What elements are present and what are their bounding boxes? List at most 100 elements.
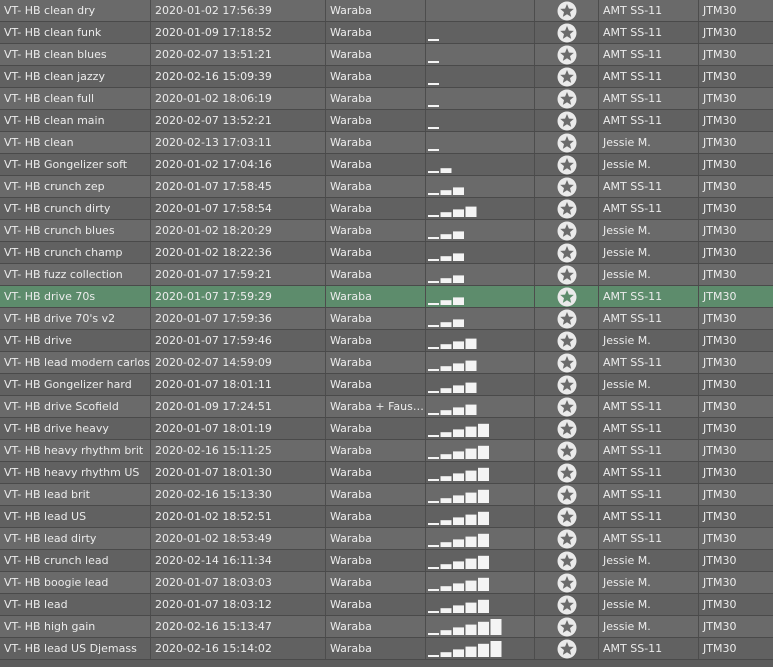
star-badge-icon[interactable] [557,375,577,395]
table-row[interactable]: VT- HB clean dry 2020-01-02 17:56:39 Warab… [0,0,773,22]
favorite-toggle[interactable] [535,242,599,263]
favorite-toggle[interactable] [535,220,599,241]
table-row[interactable]: VT- HB clean jazzy 2020-02-16 15:09:39 War… [0,66,773,88]
favorite-toggle[interactable] [535,66,599,87]
table-row[interactable]: VT- HB crunch zep 2020-01-07 17:58:45 Wara… [0,176,773,198]
table-row[interactable]: VT- HB crunch dirty 2020-01-07 17:58:54 Wa… [0,198,773,220]
star-badge-icon[interactable] [557,617,577,637]
favorite-toggle[interactable] [535,484,599,505]
preset-author: Waraba [326,0,426,21]
table-row[interactable]: VT- HB crunch blues 2020-01-02 18:20:29 Wa… [0,220,773,242]
star-badge-icon[interactable] [557,529,577,549]
star-badge-icon[interactable] [557,67,577,87]
star-badge-icon[interactable] [557,595,577,615]
rating-bar [441,80,452,85]
favorite-toggle[interactable] [535,616,599,637]
favorite-toggle[interactable] [535,440,599,461]
favorite-toggle[interactable] [535,418,599,439]
star-badge-icon[interactable] [557,155,577,175]
star-badge-icon[interactable] [557,89,577,109]
star-badge-icon[interactable] [557,133,577,153]
favorite-toggle[interactable] [535,396,599,417]
favorite-toggle[interactable] [535,132,599,153]
star-badge-icon[interactable] [557,485,577,505]
star-badge-icon[interactable] [557,441,577,461]
table-row[interactable]: VT- HB lead 2020-01-07 18:03:12 Waraba Jess… [0,594,773,616]
star-badge-icon[interactable] [557,177,577,197]
star-badge-icon[interactable] [557,1,577,21]
star-badge-icon[interactable] [557,199,577,219]
table-row[interactable]: VT- HB Gongelizer hard 2020-01-07 18:01:1… [0,374,773,396]
favorite-toggle[interactable] [535,638,599,659]
table-row[interactable]: VT- HB lead US 2020-01-02 18:52:51 Waraba A… [0,506,773,528]
favorite-toggle[interactable] [535,506,599,527]
star-badge-icon[interactable] [557,243,577,263]
favorite-toggle[interactable] [535,352,599,373]
table-row[interactable]: VT- HB lead brit 2020-02-16 15:13:30 Warab… [0,484,773,506]
table-row[interactable]: VT- HB clean 2020-02-13 17:03:11 Waraba Jes… [0,132,773,154]
table-row[interactable]: VT- HB lead dirty 2020-01-02 18:53:49 Wara… [0,528,773,550]
favorite-toggle[interactable] [535,308,599,329]
rating-bar [440,608,452,613]
preset-name: VT- HB drive heavy [0,418,151,439]
preset-amp: Jessie M. [599,550,699,571]
star-badge-icon[interactable] [557,309,577,329]
favorite-toggle[interactable] [535,176,599,197]
favorite-toggle[interactable] [535,594,599,615]
table-row[interactable]: VT- HB drive 70s 2020-01-07 17:59:29 Warab… [0,286,773,308]
table-row[interactable]: VT- HB Gongelizer soft 2020-01-02 17:04:1… [0,154,773,176]
star-badge-icon[interactable] [557,507,577,527]
favorite-toggle[interactable] [535,462,599,483]
rating-bar [491,399,502,415]
favorite-toggle[interactable] [535,264,599,285]
star-badge-icon[interactable] [557,287,577,307]
table-row[interactable]: VT- HB lead US Djemass 2020-02-16 15:14:0… [0,638,773,660]
preset-name: VT- HB lead brit [0,484,151,505]
favorite-toggle[interactable] [535,110,599,131]
star-badge-icon[interactable] [557,573,577,593]
table-row[interactable]: VT- HB boogie lead 2020-01-07 18:03:03 War… [0,572,773,594]
table-row[interactable]: VT- HB drive Scofield 2020-01-09 17:24:51… [0,396,773,418]
star-badge-icon[interactable] [557,331,577,351]
signal-bars-icon [428,489,489,503]
table-row[interactable]: VT- HB heavy rhythm brit 2020-02-16 15:11… [0,440,773,462]
star-badge-icon[interactable] [557,45,577,65]
table-row[interactable]: VT- HB fuzz collection 2020-01-07 17:59:2… [0,264,773,286]
table-row[interactable]: VT- HB crunch champ 2020-01-02 18:22:36 Wa… [0,242,773,264]
star-badge-icon[interactable] [557,353,577,373]
table-row[interactable]: VT- HB drive 2020-01-07 17:59:46 Waraba Jes… [0,330,773,352]
favorite-toggle[interactable] [535,44,599,65]
preset-rating [426,286,535,307]
star-badge-icon[interactable] [557,639,577,659]
favorite-toggle[interactable] [535,88,599,109]
table-row[interactable]: VT- HB clean funk 2020-01-09 17:18:52 Wara… [0,22,773,44]
table-row[interactable]: VT- HB crunch lead 2020-02-14 16:11:34 War… [0,550,773,572]
favorite-toggle[interactable] [535,572,599,593]
table-row[interactable]: VT- HB drive heavy 2020-01-07 18:01:19 War… [0,418,773,440]
table-row[interactable]: VT- HB clean main 2020-02-07 13:52:21 Wara… [0,110,773,132]
star-badge-icon[interactable] [557,463,577,483]
table-row[interactable]: VT- HB drive 70's v2 2020-01-07 17:59:36 W… [0,308,773,330]
star-badge-icon[interactable] [557,397,577,417]
star-badge-icon[interactable] [557,265,577,285]
table-row[interactable]: VT- HB clean full 2020-01-02 18:06:19 Wara… [0,88,773,110]
table-row[interactable]: VT- HB lead modern carlos 2020-02-07 14:5… [0,352,773,374]
rating-bar [478,336,489,349]
star-badge-icon[interactable] [557,551,577,571]
favorite-toggle[interactable] [535,0,599,21]
star-badge-icon[interactable] [557,221,577,241]
favorite-toggle[interactable] [535,22,599,43]
favorite-toggle[interactable] [535,198,599,219]
table-row[interactable]: VT- HB high gain 2020-02-16 15:13:47 Warab… [0,616,773,638]
star-badge-icon[interactable] [557,111,577,131]
table-row[interactable]: VT- HB heavy rhythm US 2020-01-07 18:01:3… [0,462,773,484]
favorite-toggle[interactable] [535,286,599,307]
star-badge-icon[interactable] [557,23,577,43]
star-badge-icon[interactable] [557,419,577,439]
favorite-toggle[interactable] [535,154,599,175]
favorite-toggle[interactable] [535,528,599,549]
favorite-toggle[interactable] [535,374,599,395]
table-row[interactable]: VT- HB clean blues 2020-02-07 13:51:21 War… [0,44,773,66]
favorite-toggle[interactable] [535,550,599,571]
favorite-toggle[interactable] [535,330,599,351]
